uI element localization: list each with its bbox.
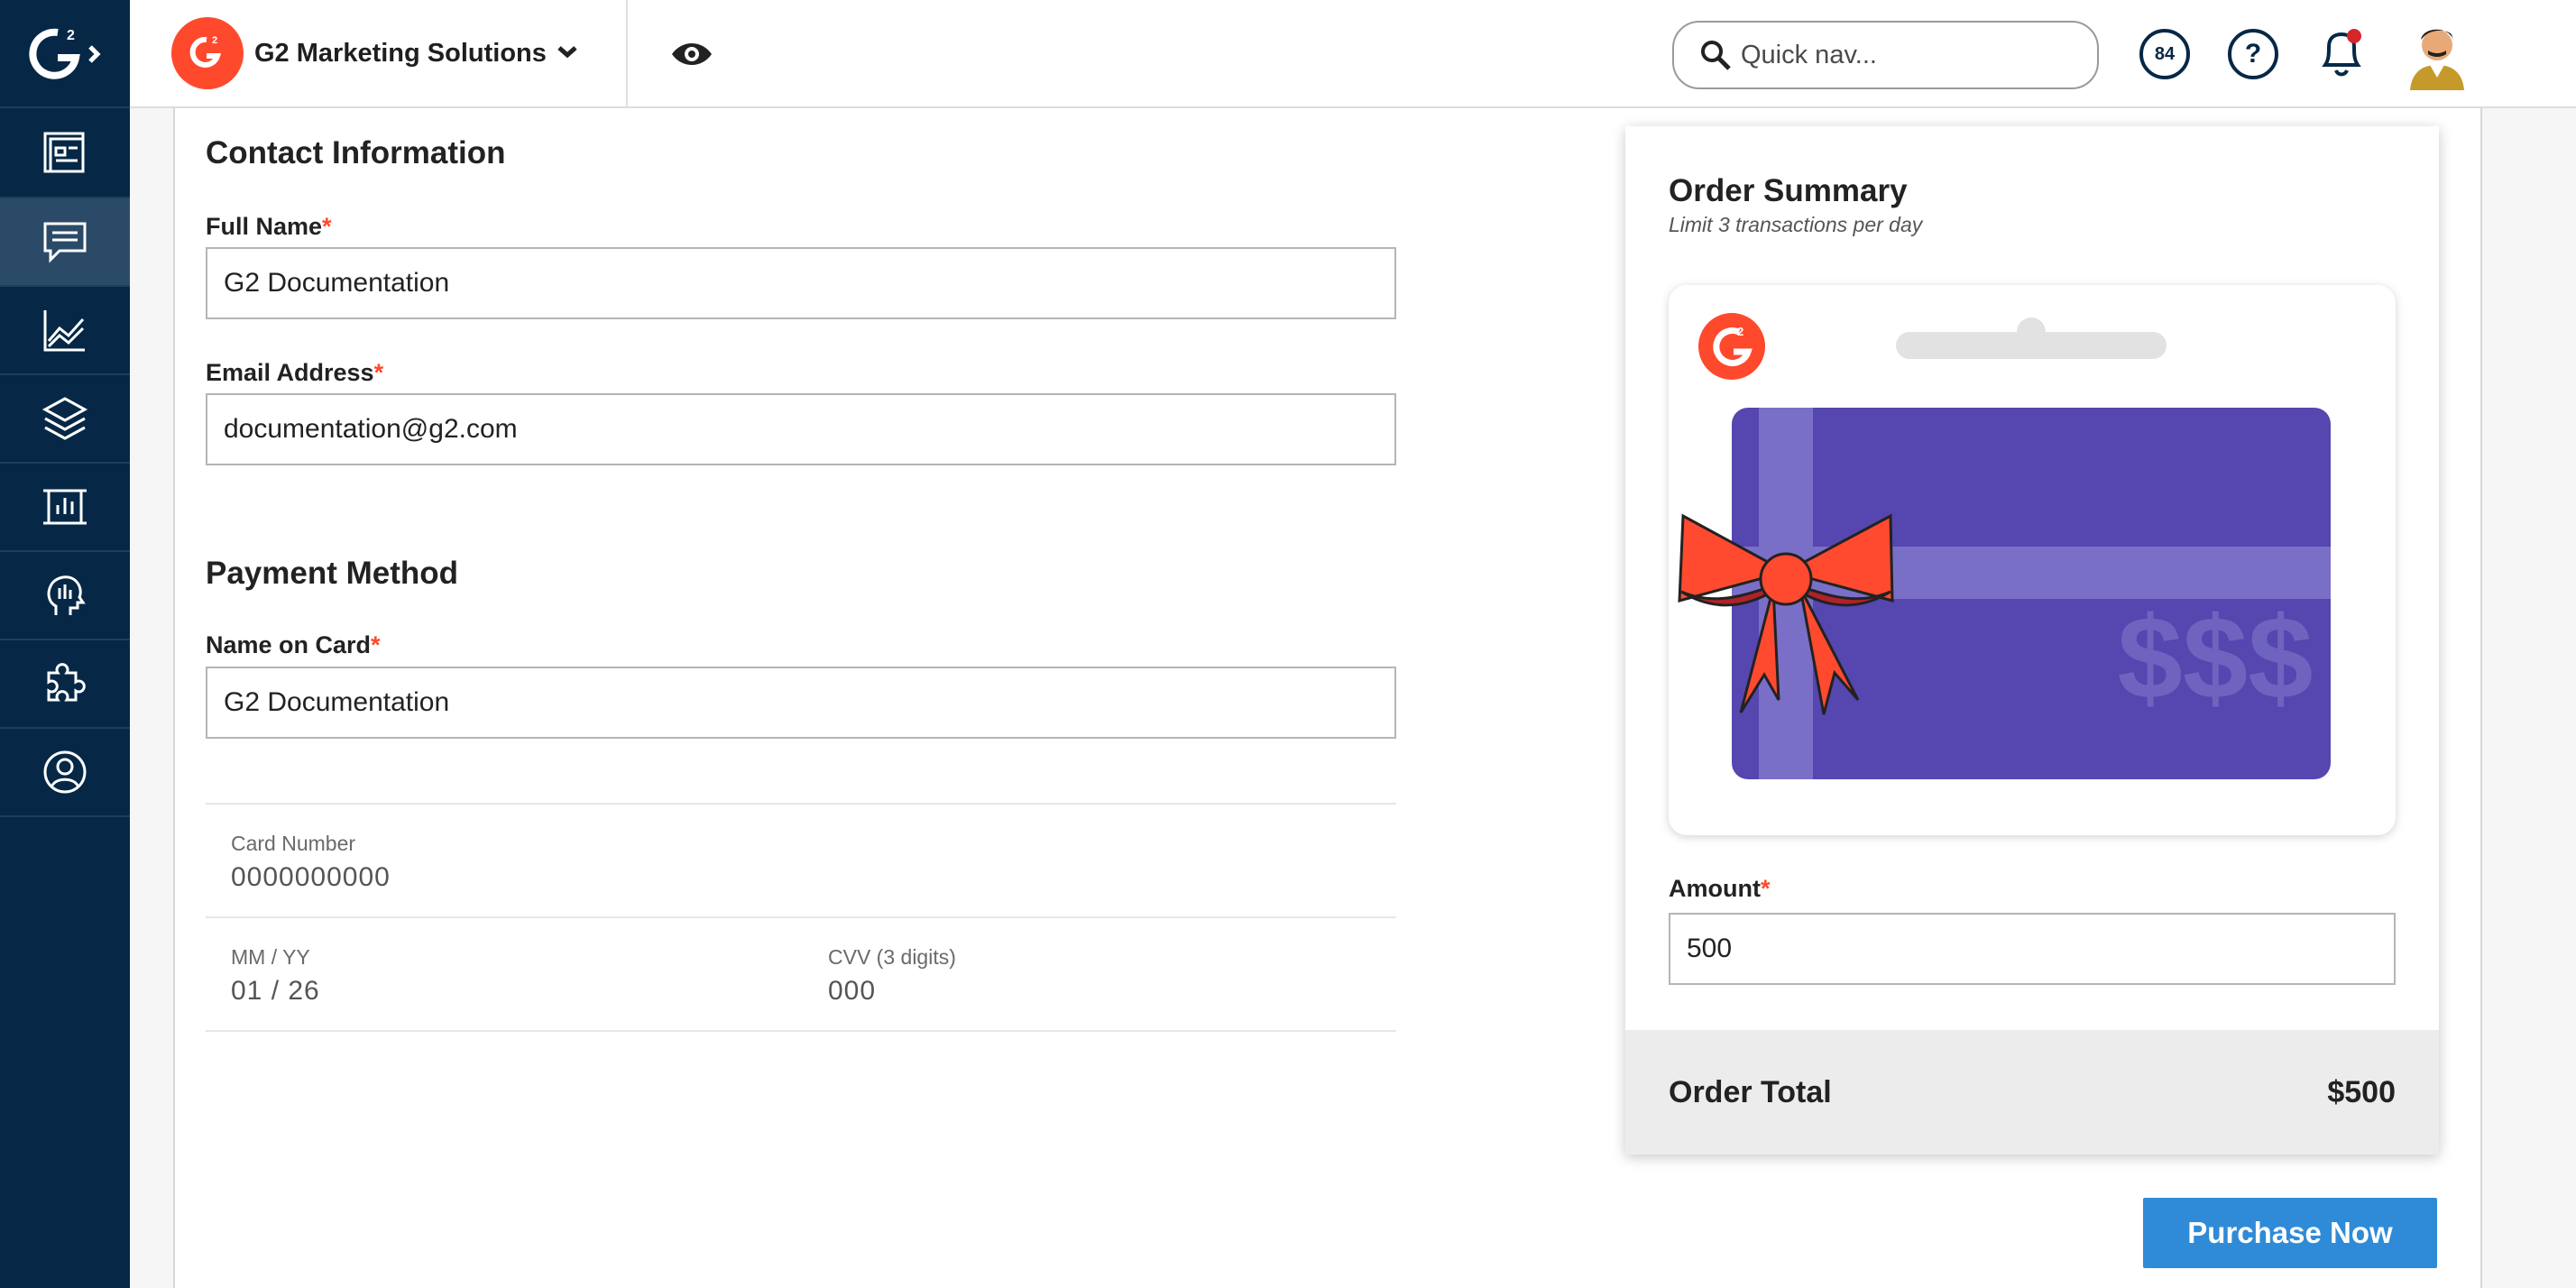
amount-label: Amount* [1669,875,1771,902]
email-label: Email Address* [206,359,384,386]
layers-icon [41,397,88,440]
order-summary-subtitle: Limit 3 transactions per day [1669,213,1923,236]
card-number-label: Card Number [231,832,356,855]
avatar[interactable] [2403,18,2471,90]
amount-input[interactable]: 500 [1669,913,2396,985]
g2-logo-icon: 2 [29,28,101,79]
cvv-label: CVV (3 digits) [828,945,956,969]
card-number-field[interactable]: Card Number 0000000000 [206,803,1396,918]
buyer-intent-head-icon [47,575,86,615]
expiry-field[interactable]: MM / YY 01 / 26 [206,916,803,1032]
expiry-placeholder: 01 / 26 [231,976,320,1006]
eye-icon[interactable] [669,36,714,72]
integrations-puzzle-icon [47,663,86,702]
sidebar-item-layers[interactable] [0,375,130,464]
order-total-bar: Order Total $500 [1625,1030,2439,1155]
full-name-input[interactable]: G2 Documentation [206,247,1396,319]
svg-text:2: 2 [67,28,75,43]
gift-card-symbol: $$$ [2118,592,2314,723]
order-total-label: Order Total [1669,1075,1832,1109]
sidebar-item-dashboard[interactable] [0,110,130,198]
quick-nav-search[interactable]: Quick nav... [1672,21,2099,89]
svg-text:2: 2 [1737,325,1743,338]
sidebar-item-integrations[interactable] [0,640,130,729]
company-switcher[interactable]: 2 G2 Marketing Solutions [130,0,628,106]
order-summary-title: Order Summary [1669,173,1908,208]
notification-bell-icon[interactable] [2314,25,2369,83]
g2-home-logo[interactable]: 2 [0,0,130,108]
svg-text:2: 2 [212,35,217,46]
sidebar-item-analytics[interactable] [0,287,130,375]
name-on-card-input[interactable]: G2 Documentation [206,667,1396,739]
search-placeholder: Quick nav... [1741,40,1877,69]
chevron-down-icon[interactable] [557,45,577,60]
search-icon [1701,41,1731,70]
order-total-value: $500 [2327,1075,2396,1109]
reviews-chat-icon [43,222,87,263]
g2-logo-icon: 2 [189,35,222,68]
full-name-label: Full Name* [206,213,332,240]
help-icon[interactable]: ? [2228,29,2278,79]
sidebar-item-reviews[interactable] [0,198,130,287]
sidebar-item-buyer-intent[interactable] [0,552,130,640]
top-bar: 2 G2 Marketing Solutions Quick nav... 84… [130,0,2576,108]
dashboard-icon [43,132,85,173]
purchase-now-button[interactable]: Purchase Now [2143,1198,2437,1268]
gift-card-illustration: 2 $$$ [1678,313,2331,779]
sidebar-item-profile[interactable] [0,729,130,817]
payment-section-title: Payment Method [206,556,459,591]
sidebar: 2 [0,0,130,1288]
sidebar-item-reports[interactable] [0,464,130,552]
contact-section-title: Contact Information [206,135,506,170]
cvv-placeholder: 000 [828,976,877,1006]
report-frame-icon [43,489,87,525]
order-summary-card: Order Summary Limit 3 transactions per d… [1625,126,2439,1155]
email-input[interactable]: documentation@g2.com [206,393,1396,465]
gift-card-image: 2 $$$ [1669,285,2396,835]
company-name: G2 Marketing Solutions [254,38,547,68]
name-on-card-label: Name on Card* [206,631,381,658]
score-badge[interactable]: 84 [2139,29,2190,79]
analytics-chart-icon [43,310,85,352]
company-logo: 2 [171,17,244,89]
cvv-field[interactable]: CVV (3 digits) 000 [801,916,1396,1032]
expiry-label: MM / YY [231,945,310,969]
profile-icon [43,750,87,794]
card-number-placeholder: 0000000000 [231,862,391,892]
